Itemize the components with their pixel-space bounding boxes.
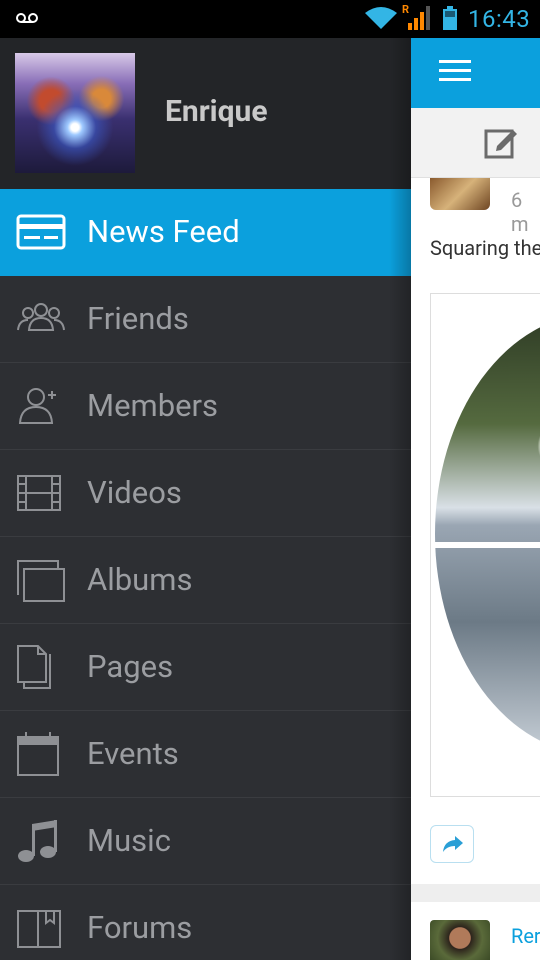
compose-icon[interactable] [483, 124, 519, 160]
signal-icon [408, 6, 430, 30]
drawer-item-events[interactable]: Events [0, 711, 411, 798]
battery-icon [443, 6, 457, 30]
post-text: Squaring the [430, 236, 540, 260]
photo-image [435, 314, 540, 754]
albums-icon [17, 560, 65, 602]
book-icon [17, 910, 61, 948]
music-note-icon [18, 820, 57, 862]
drawer-item-label: Friends [87, 300, 189, 337]
drawer-item-friends[interactable]: Friends [0, 276, 411, 363]
compose-bar [411, 108, 540, 178]
drawer-item-label: Pages [87, 648, 174, 685]
drawer-item-members[interactable]: Members [0, 363, 411, 450]
profile-name[interactable]: Enrique [165, 94, 268, 129]
post-author-name[interactable]: Rer [511, 924, 540, 948]
drawer-item-label: Music [87, 822, 171, 859]
app-bar [411, 38, 540, 108]
drawer-menu: News Feed Friends Members Videos Albums … [0, 189, 411, 960]
news-feed-card-icon [16, 214, 66, 250]
voicemail-icon [16, 13, 38, 23]
drawer-item-pages[interactable]: Pages [0, 624, 411, 711]
share-arrow-icon [443, 836, 463, 852]
film-strip-icon [17, 475, 61, 511]
drawer-item-videos[interactable]: Videos [0, 450, 411, 537]
post-author-avatar[interactable] [430, 178, 490, 210]
drawer-item-label: Members [87, 387, 219, 424]
drawer-item-label: News Feed [87, 213, 240, 250]
drawer-profile-header[interactable]: Enrique [0, 38, 411, 189]
drawer-item-music[interactable]: Music [0, 798, 411, 885]
navigation-drawer: Enrique News Feed Friends Members Videos… [0, 38, 411, 960]
wifi-icon [365, 7, 397, 29]
status-bar: R 16:43 [0, 0, 540, 38]
drawer-item-label: Events [87, 735, 179, 772]
drawer-item-news-feed[interactable]: News Feed [0, 189, 411, 276]
post-photo[interactable] [430, 293, 540, 797]
pages-icon [17, 645, 51, 689]
drawer-item-label: Albums [87, 561, 193, 598]
calendar-icon [17, 732, 59, 776]
post-time: 6 m [511, 188, 529, 236]
share-button[interactable] [430, 825, 474, 863]
drawer-item-albums[interactable]: Albums [0, 537, 411, 624]
drawer-item-label: Videos [87, 474, 182, 511]
drawer-item-label: Forums [87, 909, 193, 946]
members-icon [18, 388, 56, 424]
avatar[interactable] [15, 53, 135, 173]
menu-icon[interactable] [439, 60, 471, 84]
post-author-avatar[interactable] [430, 920, 490, 960]
friends-icon [17, 303, 65, 331]
news-feed-content: 6 m Squaring the Rer [411, 38, 540, 960]
clock: 16:43 [468, 5, 531, 33]
drawer-item-forums[interactable]: Forums [0, 885, 411, 960]
